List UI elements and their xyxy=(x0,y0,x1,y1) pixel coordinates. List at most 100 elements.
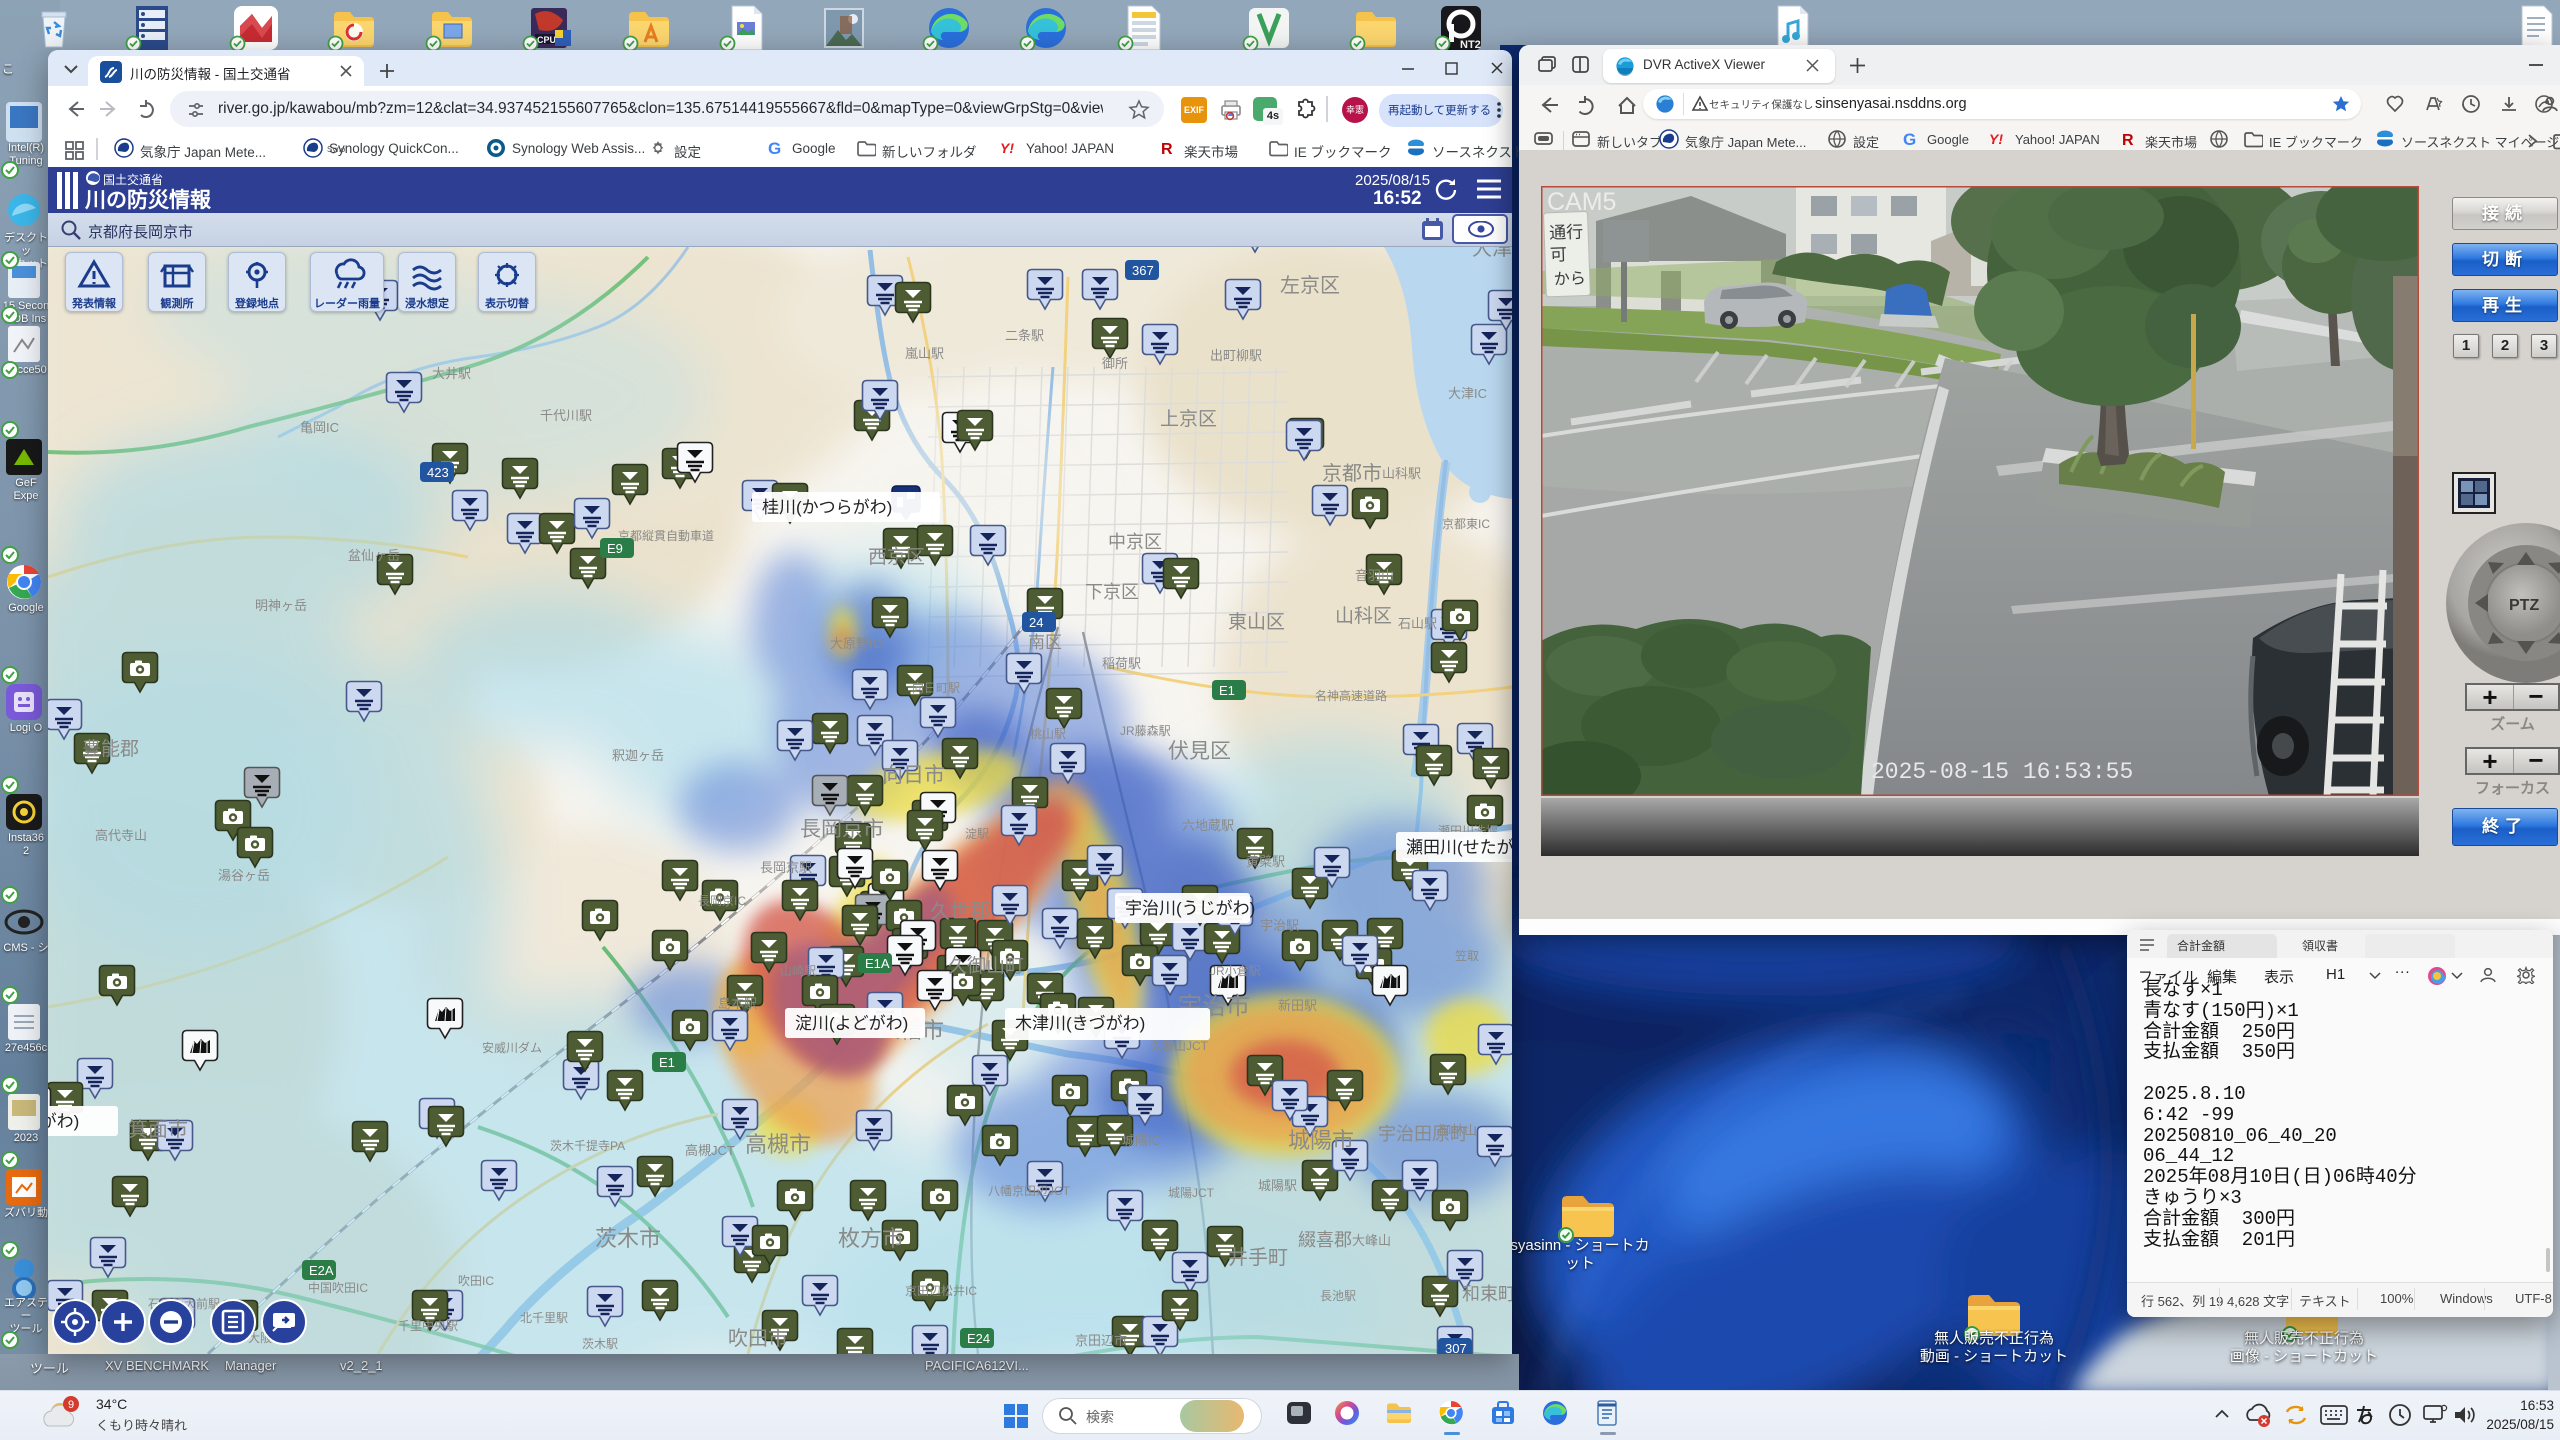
svg-text:音羽山: 音羽山 xyxy=(1355,568,1394,583)
svg-text:八幡京田辺JCT: 八幡京田辺JCT xyxy=(988,1183,1071,1198)
svg-text:307: 307 xyxy=(1445,1341,1467,1354)
svg-text:名神高速道路: 名神高速道路 xyxy=(1315,688,1387,703)
svg-text:E24: E24 xyxy=(967,1331,990,1346)
svg-text:24: 24 xyxy=(1029,615,1043,630)
svg-text:綴喜郡: 綴喜郡 xyxy=(1298,1230,1352,1250)
svg-text:京田辺松井IC: 京田辺松井IC xyxy=(905,1284,977,1298)
svg-text:茨木市: 茨木市 xyxy=(595,1226,661,1251)
svg-text:JR藤森駅: JR藤森駅 xyxy=(1120,723,1171,738)
svg-text:茨木駅: 茨木駅 xyxy=(582,1337,618,1351)
svg-text:吹田市: 吹田市 xyxy=(728,1327,788,1350)
svg-text:Y!: Y! xyxy=(1989,131,2003,147)
svg-text:大井駅: 大井駅 xyxy=(432,366,471,381)
svg-text:久世郡: 久世郡 xyxy=(930,900,990,923)
svg-text:黄檗駅: 黄檗駅 xyxy=(1246,854,1285,869)
svg-text:E1: E1 xyxy=(659,1055,675,1070)
svg-text:大津IC: 大津IC xyxy=(1448,386,1487,401)
svg-text:G: G xyxy=(1903,130,1916,149)
svg-text:中国吹田IC: 中国吹田IC xyxy=(308,1280,368,1295)
svg-text:亀岡IC: 亀岡IC xyxy=(300,420,339,435)
svg-text:宇治川(うじがわ): 宇治川(うじがわ) xyxy=(1125,899,1255,918)
svg-text:R: R xyxy=(1161,141,1173,158)
svg-text:長岡京市: 長岡京市 xyxy=(800,818,884,841)
svg-text:CAM5: CAM5 xyxy=(1547,188,1616,216)
svg-text:423: 423 xyxy=(427,465,449,480)
svg-text:上京区: 上京区 xyxy=(1160,408,1217,430)
svg-text:出町柳駅: 出町柳駅 xyxy=(1210,348,1262,363)
svg-text:宇治駅: 宇治駅 xyxy=(1260,918,1299,933)
svg-text:枚方市: 枚方市 xyxy=(838,1226,904,1251)
svg-text:城陽駅: 城陽駅 xyxy=(1258,1178,1297,1193)
svg-text:E1: E1 xyxy=(1219,683,1235,698)
svg-text:豊能郡: 豊能郡 xyxy=(82,738,139,760)
svg-text:城陽市: 城陽市 xyxy=(1288,1128,1354,1153)
svg-text:御林山: 御林山 xyxy=(1438,1123,1477,1138)
svg-text:盆仙ヶ岳: 盆仙ヶ岳 xyxy=(348,548,400,563)
svg-text:木津川(きづがわ): 木津川(きづがわ) xyxy=(1015,1014,1145,1033)
svg-text:367: 367 xyxy=(1132,263,1154,278)
svg-text:京都市: 京都市 xyxy=(1322,462,1382,485)
svg-text:向日町駅: 向日町駅 xyxy=(912,680,960,695)
svg-text:下京区: 下京区 xyxy=(1085,582,1139,602)
svg-text:城陽JCT: 城陽JCT xyxy=(1168,1186,1215,1200)
svg-text:高槻市: 高槻市 xyxy=(745,1132,811,1157)
svg-text:山科駅: 山科駅 xyxy=(1382,466,1421,481)
svg-text:から: から xyxy=(1554,271,1587,289)
svg-text:御所: 御所 xyxy=(1102,356,1128,371)
svg-text:長岡京IC: 長岡京IC xyxy=(698,894,746,908)
svg-text:城陽IC: 城陽IC xyxy=(1122,1133,1161,1148)
svg-text:通行: 通行 xyxy=(1549,223,1584,243)
svg-text:高代寺山: 高代寺山 xyxy=(95,828,147,843)
svg-text:左京区: 左京区 xyxy=(1280,274,1340,297)
svg-text:久御山JCT: 久御山JCT xyxy=(1150,1038,1209,1053)
svg-text:瀬田川(せたがわ): 瀬田川(せたがわ) xyxy=(1406,838,1512,857)
svg-text:箕面市: 箕面市 xyxy=(128,1118,188,1141)
svg-text:2025-08-15 16:53:55: 2025-08-15 16:53:55 xyxy=(1871,759,2133,785)
svg-text:明神ヶ岳: 明神ヶ岳 xyxy=(255,598,307,613)
svg-text:JR小倉駅: JR小倉駅 xyxy=(1210,963,1261,978)
svg-text:大峰山: 大峰山 xyxy=(1352,1233,1391,1248)
svg-text:桂川(かつらがわ): 桂川(かつらがわ) xyxy=(762,498,892,517)
svg-text:湯谷ヶ岳: 湯谷ヶ岳 xyxy=(218,868,270,883)
svg-text:嵐山駅: 嵐山駅 xyxy=(905,346,944,361)
svg-text:釈迦ヶ岳: 釈迦ヶ岳 xyxy=(612,748,664,763)
svg-text:E2A: E2A xyxy=(309,1263,334,1278)
svg-text:茨木千提寺PA: 茨木千提寺PA xyxy=(550,1138,625,1153)
svg-text:二条駅: 二条駅 xyxy=(1005,328,1044,343)
svg-text:亀岡盆地: 亀岡盆地 xyxy=(448,247,520,249)
svg-text:高槻JCT: 高槻JCT xyxy=(685,1143,735,1158)
svg-text:伏見区: 伏見区 xyxy=(1168,740,1231,763)
svg-text:東山区: 東山区 xyxy=(1228,611,1285,633)
svg-text:稲荷駅: 稲荷駅 xyxy=(1102,656,1141,671)
svg-text:淀川(よどがわ): 淀川(よどがわ) xyxy=(795,1014,908,1033)
svg-text:笠取: 笠取 xyxy=(1455,948,1479,963)
svg-text:長池駅: 長池駅 xyxy=(1320,1289,1356,1303)
svg-text:桃山駅: 桃山駅 xyxy=(1030,726,1066,741)
svg-text:PTZ: PTZ xyxy=(2509,597,2539,614)
svg-text:京都東IC: 京都東IC xyxy=(1442,517,1490,531)
svg-text:中京区: 中京区 xyxy=(1108,532,1162,552)
svg-text:淀駅: 淀駅 xyxy=(965,827,989,841)
svg-text:京田辺市: 京田辺市 xyxy=(1075,1333,1127,1348)
svg-text:南区: 南区 xyxy=(1028,633,1062,652)
svg-text:井手町: 井手町 xyxy=(1228,1246,1288,1269)
svg-text:新田駅: 新田駅 xyxy=(1278,998,1317,1013)
svg-text:9: 9 xyxy=(68,1399,74,1411)
svg-text:大津市: 大津市 xyxy=(1472,247,1512,260)
svg-text:和束町: 和束町 xyxy=(1462,1284,1512,1304)
svg-text:北千里駅: 北千里駅 xyxy=(520,1311,568,1325)
svg-text:山科区: 山科区 xyxy=(1335,605,1392,627)
svg-text:島本駅: 島本駅 xyxy=(718,996,757,1011)
svg-text:石山駅: 石山駅 xyxy=(1398,616,1437,631)
svg-text:R: R xyxy=(2122,132,2134,149)
svg-text:安威川ダム: 安威川ダム xyxy=(482,1040,542,1055)
svg-text:(いながわ): (いながわ) xyxy=(48,1112,79,1131)
svg-text:Y!: Y! xyxy=(1000,140,1014,156)
svg-text:山崎駅: 山崎駅 xyxy=(780,964,816,978)
svg-text:E9: E9 xyxy=(607,541,623,556)
svg-text:吹田IC: 吹田IC xyxy=(458,1274,494,1288)
svg-text:G: G xyxy=(768,139,781,158)
svg-text:大原野IC: 大原野IC xyxy=(830,636,882,651)
svg-text:六地蔵駅: 六地蔵駅 xyxy=(1182,818,1234,833)
svg-text:長岡京駅: 長岡京駅 xyxy=(760,860,812,875)
